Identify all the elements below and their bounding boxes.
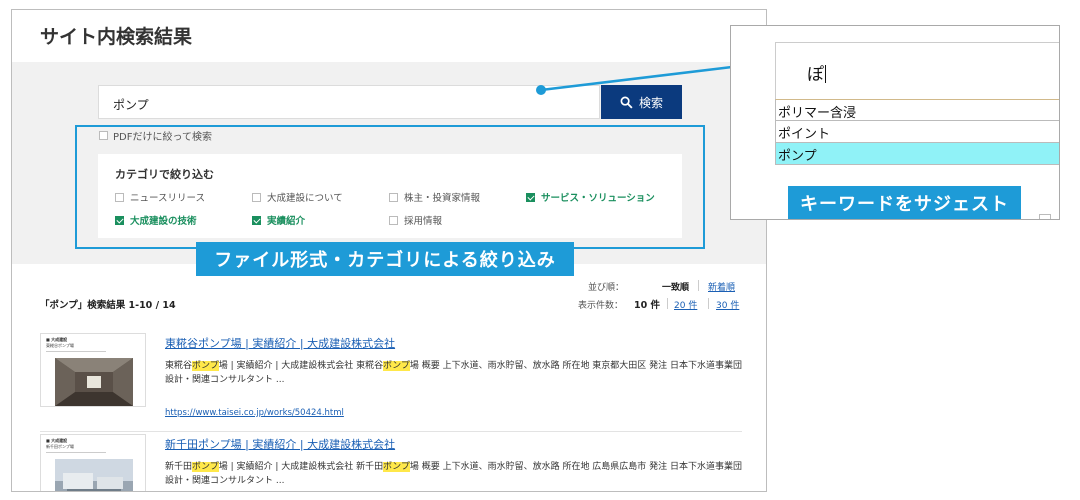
- search-button[interactable]: 検索: [601, 85, 682, 119]
- result-thumbnail[interactable]: ■ 大成建設 新千田ポンプ場: [40, 434, 146, 491]
- snippet-highlight: ポンプ: [192, 462, 219, 472]
- sort-newest-link[interactable]: 新着順: [708, 280, 735, 293]
- suggest-search-input[interactable]: ぽ: [775, 42, 1059, 99]
- sort-label: 並び順：: [588, 283, 625, 293]
- count-30-link[interactable]: 30 件: [716, 298, 739, 311]
- result-title-link[interactable]: 東糀谷ポンプ場 | 実績紹介 | 大成建設株式会社: [165, 335, 395, 351]
- snippet-text: 新千田: [165, 462, 193, 472]
- sort-relevance-active: 一致順: [662, 283, 690, 293]
- snippet-highlight: ポンプ: [192, 361, 219, 371]
- results-summary: 「ポンプ」検索結果 1-10 / 14: [40, 300, 176, 311]
- result-divider: [40, 431, 742, 432]
- suggest-item-active[interactable]: ポンプ: [775, 143, 1059, 165]
- thumbnail-line: [46, 351, 106, 352]
- text-cursor: [825, 65, 826, 83]
- filter-callout-frame: [75, 125, 705, 249]
- search-icon: [620, 96, 633, 109]
- result-snippet: 東糀谷ポンプ場 | 実績紹介 | 大成建設株式会社 東糀谷ポンプ場 概要 上下水…: [165, 359, 745, 387]
- search-results-screenshot: サイト内検索結果 ポンプ 検索 PDFだけに絞って検索 カテゴリで絞り込む ニュ…: [11, 9, 767, 492]
- search-button-label: 検索: [638, 95, 663, 110]
- thumbnail-title: 新千田ポンプ場: [46, 444, 74, 449]
- partial-checkbox: [1039, 214, 1051, 219]
- snippet-text: 場 | 実績紹介 | 大成建設株式会社 新千田: [218, 462, 384, 472]
- result-url-link[interactable]: https://www.taisei.co.jp/works/50424.htm…: [165, 408, 344, 418]
- count-label: 表示件数：: [578, 301, 624, 311]
- typed-value: ぽ: [807, 65, 824, 85]
- tunnel-photo: [55, 358, 133, 406]
- result-snippet: 新千田ポンプ場 | 実績紹介 | 大成建設株式会社 新千田ポンプ場 概要 上下水…: [165, 460, 745, 488]
- count-10-active: 10 件: [634, 300, 661, 311]
- result-item: ■ 大成建設 新千田ポンプ場 新千田ポンプ場 | 実績紹介 | 大成建設株式会社…: [40, 434, 745, 491]
- suggest-screenshot: ぽ ポリマー含浸 ポイント ポンプ キーワードをサジェスト: [730, 25, 1060, 220]
- result-title-link[interactable]: 新千田ポンプ場 | 実績紹介 | 大成建設株式会社: [165, 436, 395, 452]
- typed-text: ぽ: [807, 60, 826, 85]
- count-20-link[interactable]: 20 件: [674, 298, 697, 311]
- thumbnail-line: [46, 452, 106, 453]
- page-title: サイト内検索結果: [40, 26, 193, 48]
- suggest-item[interactable]: ポイント: [775, 121, 1059, 143]
- snippet-text: 場 | 実績紹介 | 大成建設株式会社 東糀谷: [218, 361, 384, 371]
- result-thumbnail[interactable]: ■ 大成建設 東糀谷ポンプ場: [40, 333, 146, 407]
- snippet-highlight: ポンプ: [383, 361, 410, 371]
- result-item: ■ 大成建設 東糀谷ポンプ場 東糀谷ポンプ場 | 実績紹介 | 大成建設株式会社…: [40, 333, 742, 419]
- suggest-callout-label: キーワードをサジェスト: [788, 186, 1021, 219]
- filter-callout-label: ファイル形式・カテゴリによる絞り込み: [196, 242, 574, 276]
- divider: [708, 298, 709, 309]
- thumbnail-title: 東糀谷ポンプ場: [46, 343, 74, 348]
- divider: [667, 298, 668, 309]
- snippet-text: 東糀谷: [165, 361, 193, 371]
- snippet-highlight: ポンプ: [383, 462, 410, 472]
- divider: [698, 280, 699, 291]
- search-input[interactable]: ポンプ: [98, 85, 600, 119]
- facility-photo: [55, 459, 133, 491]
- suggest-item[interactable]: ポリマー含浸: [775, 99, 1059, 121]
